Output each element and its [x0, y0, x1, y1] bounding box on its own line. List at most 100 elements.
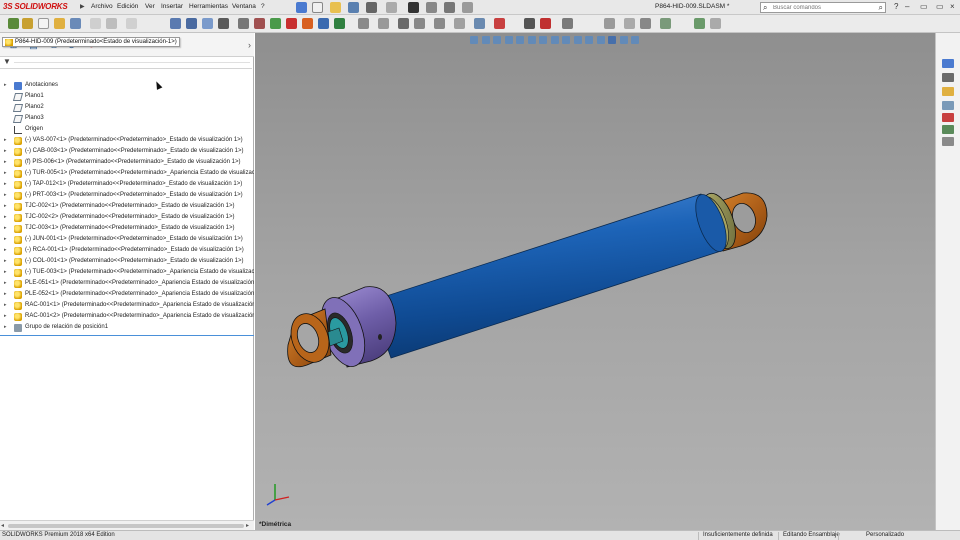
expand-arrow-icon[interactable]: ▸ [4, 159, 7, 165]
design-library-icon[interactable] [942, 73, 954, 82]
options-icon[interactable] [604, 18, 615, 29]
appearance-edit-icon[interactable] [494, 18, 505, 29]
tree-item[interactable]: ▸ Grupo de relación de posición1 [0, 323, 254, 334]
tree-item[interactable]: ▸ (-) TAP-012<1> (Predeterminado<<Predete… [0, 180, 254, 191]
expand-arrow-icon[interactable]: ▸ [4, 214, 7, 220]
hydraulic-cylinder-model[interactable] [255, 33, 935, 530]
forum-icon[interactable] [942, 137, 954, 146]
routing-icon[interactable] [710, 18, 721, 29]
tree-root-tooltip[interactable]: P864-HID-009 (Predeterminado<Estado de v… [2, 37, 180, 47]
menu-ver[interactable]: Ver [145, 3, 155, 10]
open-icon[interactable] [54, 18, 65, 29]
expand-arrow-icon[interactable]: ▸ [4, 170, 7, 176]
scrollbar-thumb[interactable] [8, 524, 244, 528]
window-tile-icon[interactable] [640, 18, 651, 29]
move-component-icon[interactable] [126, 18, 137, 29]
expand-arrow-icon[interactable]: ▸ [4, 236, 7, 242]
expand-arrow-icon[interactable]: ▸ [4, 192, 7, 198]
record-icon[interactable] [540, 18, 551, 29]
tree-item[interactable]: ▸ TJC-002<2> (Predeterminado<<Predetermin… [0, 213, 254, 224]
tree-item[interactable]: ▸ TJC-002<1> (Predeterminado<<Predetermin… [0, 202, 254, 213]
expand-arrow-icon[interactable]: ▸ [4, 148, 7, 154]
tree-item[interactable]: ▸ (-) PRT-003<1> (Predeterminado<<Predete… [0, 191, 254, 202]
menu-herramientas[interactable]: Herramientas [189, 3, 228, 10]
print-icon[interactable] [366, 2, 377, 13]
file-explorer-tp-icon[interactable] [942, 87, 954, 96]
measure-icon[interactable] [414, 18, 425, 29]
expand-arrow-icon[interactable]: ▸ [4, 137, 7, 143]
save-icon[interactable] [348, 2, 359, 13]
menu-insertar[interactable]: Insertar [161, 3, 183, 10]
expand-arrow-icon[interactable]: ▸ [4, 203, 7, 209]
search-commands[interactable]: ⌕ ⌕ [760, 2, 886, 13]
status-units[interactable]: Personalizado [866, 532, 904, 538]
expand-arrow-icon[interactable]: ▸ [4, 258, 7, 264]
solidworks-resources-icon[interactable] [942, 59, 954, 68]
new-motion-study-icon[interactable] [202, 18, 213, 29]
display-style-icon[interactable] [474, 18, 485, 29]
tree-item[interactable]: ▸ Anotaciones [0, 81, 254, 92]
select-arrow-icon[interactable] [408, 2, 419, 13]
tree-item[interactable]: ▸ (-) COL-001<1> (Predeterminado<<Predete… [0, 257, 254, 268]
tree-root-row[interactable]: P864-HID-009 (Predeterminado<Estado de v… [0, 36, 254, 48]
instant3d-icon[interactable] [254, 18, 265, 29]
tree-item[interactable]: ▸ RAC-001<1> (Predeterminado<<Predetermin… [0, 301, 254, 312]
restore-down-icon[interactable]: ▭ [936, 2, 944, 11]
logo-menu-arrow-icon[interactable]: ▶ [80, 3, 85, 10]
close-icon[interactable]: × [950, 2, 955, 11]
appearances-scenes-icon[interactable] [942, 113, 954, 122]
rotate-view-icon[interactable] [454, 18, 465, 29]
add-in-icon[interactable] [334, 18, 345, 29]
options-gear-icon[interactable] [462, 2, 473, 13]
interference-icon[interactable] [358, 18, 369, 29]
expand-arrow-icon[interactable]: ▸ [4, 280, 7, 286]
menu-archivo[interactable]: Archivo [91, 3, 113, 10]
tree-item[interactable]: ▸ (-) VAS-007<1> (Predeterminado<<Predete… [0, 136, 254, 147]
expand-arrow-icon[interactable]: ▸ [4, 269, 7, 275]
reference-geometry-icon[interactable] [186, 18, 197, 29]
mass-properties-icon[interactable] [434, 18, 445, 29]
new-part-icon[interactable] [38, 18, 49, 29]
tree-item[interactable]: ▸ (-) RCA-001<1> (Predeterminado<<Predete… [0, 246, 254, 257]
tree-item[interactable]: ▸ TJC-003<1> (Predeterminado<<Predetermin… [0, 224, 254, 235]
tree-item[interactable]: Plano3 [0, 114, 254, 125]
save-assembly-icon[interactable] [70, 18, 81, 29]
update-speedpak-icon[interactable] [270, 18, 281, 29]
tree-item[interactable]: Plano1 [0, 92, 254, 103]
scroll-right-icon[interactable]: ▸ [246, 522, 249, 529]
tree-item[interactable]: ▸ PLE-051<1> (Predeterminado<<Predetermin… [0, 279, 254, 290]
file-properties-icon[interactable] [444, 2, 455, 13]
menu-ventana[interactable]: Ventana [232, 3, 256, 10]
section-view-tb-icon[interactable] [378, 18, 389, 29]
mate-icon[interactable] [90, 18, 101, 29]
expand-arrow-icon[interactable]: ▸ [4, 291, 7, 297]
rebuild-icon[interactable] [426, 2, 437, 13]
stop-icon[interactable] [562, 18, 573, 29]
solidworks-logo[interactable]: 3S SOLIDWORKS [3, 2, 68, 11]
search-icon[interactable]: ⌕ [879, 3, 883, 13]
custom-properties-icon[interactable] [942, 125, 954, 134]
menu-help[interactable]: ? [261, 3, 265, 10]
tools-icon[interactable] [660, 18, 671, 29]
expand-arrow-icon[interactable]: ▸ [4, 225, 7, 231]
tree-filter[interactable]: ▼ [0, 57, 252, 69]
help-icon[interactable]: ? [894, 2, 898, 11]
search-input[interactable] [773, 4, 873, 12]
expand-arrow-icon[interactable]: ▸ [4, 302, 7, 308]
expand-arrow-icon[interactable]: ▸ [4, 313, 7, 319]
tree-item[interactable]: ▸ (f) PIS-006<1> (Predeterminado<<Predete… [0, 158, 254, 169]
home-icon[interactable] [296, 2, 307, 13]
bill-of-materials-icon[interactable] [218, 18, 229, 29]
restore-icon[interactable]: ▭ [920, 2, 928, 11]
pdf-export-icon[interactable] [286, 18, 297, 29]
expand-arrow-icon[interactable]: ▸ [4, 82, 7, 88]
expand-arrow-icon[interactable]: ▸ [4, 324, 7, 330]
linear-pattern-icon[interactable] [106, 18, 117, 29]
tree-item[interactable]: ▸ (-) CAB-003<1> (Predeterminado<<Predete… [0, 147, 254, 158]
appearance-icon[interactable] [302, 18, 313, 29]
cylinder-barrel[interactable] [370, 191, 733, 359]
assembly-features-icon[interactable] [170, 18, 181, 29]
open-folder-icon[interactable] [330, 2, 341, 13]
zoom-fit-icon[interactable] [398, 18, 409, 29]
play-icon[interactable] [524, 18, 535, 29]
